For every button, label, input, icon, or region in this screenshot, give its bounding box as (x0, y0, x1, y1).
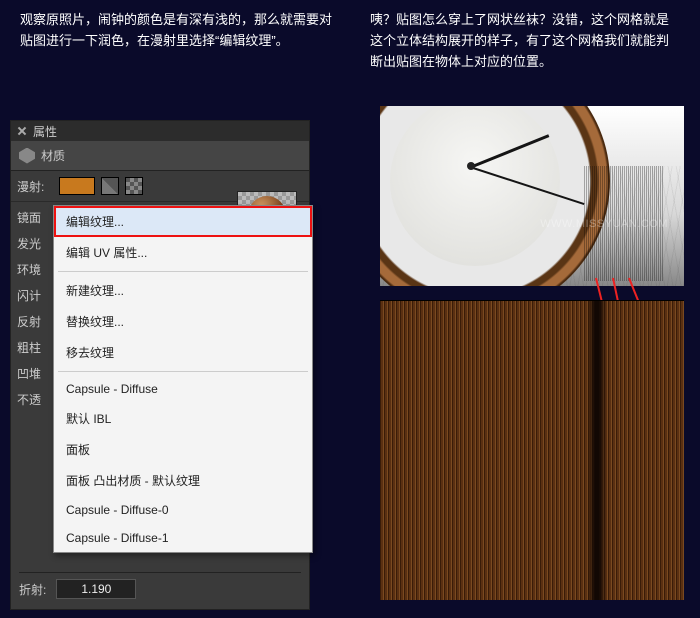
menu-panel[interactable]: 面板 (54, 434, 312, 465)
properties-panel: 属性 材质 漫射: 镜面 发光 环境 闪计 反射 粗柱 凹堆 不透 编辑纹理..… (10, 120, 310, 610)
checker-icon[interactable] (125, 177, 143, 195)
clock-hour-hand (469, 134, 549, 169)
menu-capsule-diffuse-0[interactable]: Capsule - Diffuse-0 (54, 496, 312, 524)
material-section-header[interactable]: 材质 (11, 141, 309, 171)
menu-separator (58, 371, 308, 372)
menu-capsule-diffuse-1[interactable]: Capsule - Diffuse-1 (54, 524, 312, 552)
texture-context-menu: 编辑纹理... 编辑 UV 属性... 新建纹理... 替换纹理... 移去纹理… (53, 205, 313, 553)
material-icon (19, 148, 35, 164)
menu-edit-uv[interactable]: 编辑 UV 属性... (54, 237, 312, 268)
description-left: 观察原照片，闹钟的颜色是有深有浅的，那么就需要对贴图进行一下润色，在漫射里选择“… (20, 10, 340, 52)
refraction-label: 折射: (19, 581, 46, 598)
clock-render: WWW.MISSYUAN.COM (380, 106, 684, 286)
description-right: 咦？贴图怎么穿上了网状丝袜？没错，这个网格就是这个立体结构展开的样子，有了这个网… (370, 10, 680, 72)
panel-titlebar: 属性 (11, 121, 309, 141)
menu-replace-texture[interactable]: 替换纹理... (54, 306, 312, 337)
close-icon[interactable] (17, 126, 27, 136)
menu-remove-texture[interactable]: 移去纹理 (54, 337, 312, 368)
material-label: 材质 (41, 147, 65, 164)
refraction-row: 折射: 1.190 (19, 572, 301, 599)
refraction-input[interactable]: 1.190 (56, 579, 136, 599)
panel-title: 属性 (33, 123, 57, 140)
texture-icon[interactable] (101, 177, 119, 195)
clock-center-icon (467, 162, 475, 170)
menu-default-ibl[interactable]: 默认 IBL (54, 403, 312, 434)
uv-texture-view (380, 300, 684, 600)
menu-separator (58, 271, 308, 272)
diffuse-color-chip[interactable] (59, 177, 95, 195)
texture-seam (587, 301, 607, 600)
menu-new-texture[interactable]: 新建纹理... (54, 275, 312, 306)
menu-edit-texture[interactable]: 编辑纹理... (54, 206, 312, 237)
menu-panel-default-texture[interactable]: 面板 凸出材质 - 默认纹理 (54, 465, 312, 496)
menu-capsule-diffuse[interactable]: Capsule - Diffuse (54, 375, 312, 403)
watermark-text: WWW.MISSYUAN.COM (540, 218, 668, 230)
diffuse-label: 漫射: (17, 178, 53, 195)
